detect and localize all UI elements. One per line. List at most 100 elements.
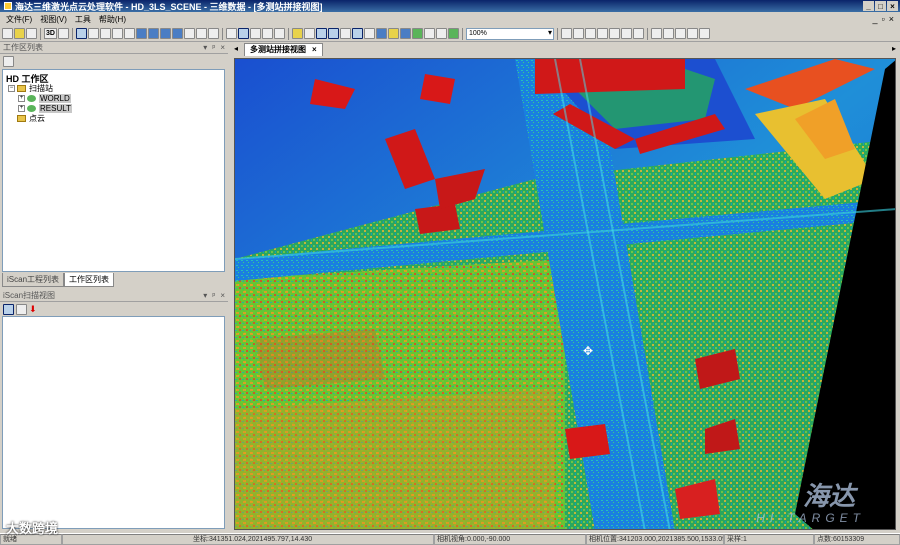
overlay-watermark: 大数跨境	[6, 521, 59, 536]
next-frame-icon[interactable]	[620, 28, 632, 39]
minimize-button[interactable]: _	[863, 1, 874, 11]
center-icon[interactable]	[207, 28, 219, 39]
scan-select-icon[interactable]	[3, 303, 14, 315]
menu-bar: 文件(F) 视图(V) 工具 帮助(H) _ ▫ ×	[0, 12, 900, 26]
tab-close-icon[interactable]: ×	[312, 44, 317, 56]
panel-pin-icon[interactable]: ᵖ	[212, 42, 215, 53]
zoom-select[interactable]: 100%	[465, 27, 554, 40]
filter-icon[interactable]	[273, 28, 285, 39]
new-workspace-icon[interactable]	[3, 55, 14, 67]
intensity-icon[interactable]	[387, 28, 399, 39]
play-icon[interactable]	[608, 28, 620, 39]
document-tab-strip: ◂ 多测站拼接视图 × ▸	[232, 42, 900, 56]
orbit-icon[interactable]	[183, 28, 195, 39]
refresh-icon[interactable]	[686, 28, 698, 39]
scan-view-panel-header: iScan扫描视图 ▾ ᵖ ×	[0, 290, 228, 302]
scan-view-area[interactable]	[2, 316, 225, 529]
tree-item-result[interactable]: + RESULT	[6, 103, 221, 113]
side-view-icon[interactable]	[171, 28, 183, 39]
collapse-icon[interactable]: −	[8, 84, 15, 92]
zoom-out-icon[interactable]	[111, 28, 123, 39]
tree-item-world[interactable]: + WORLD	[6, 93, 221, 103]
station-icon	[27, 104, 36, 112]
zoom-minus-icon[interactable]	[572, 28, 584, 39]
tree-root[interactable]: HD 工作区	[6, 73, 221, 84]
zoom-plus-icon[interactable]	[560, 28, 572, 39]
point-size-icon[interactable]	[447, 28, 459, 39]
undo-icon[interactable]	[662, 28, 674, 39]
workspace-tree[interactable]: HD 工作区 − 扫描站 + WORLD + RESULT 点云	[2, 69, 225, 272]
menu-file[interactable]: 文件(F)	[2, 14, 36, 25]
menu-help[interactable]: 帮助(H)	[95, 14, 130, 25]
menu-view[interactable]: 视图(V)	[36, 14, 71, 25]
redo-icon[interactable]	[674, 28, 686, 39]
first-frame-icon[interactable]	[584, 28, 596, 39]
maximize-button[interactable]: □	[875, 1, 886, 11]
top-view-icon[interactable]	[147, 28, 159, 39]
brand-watermark-sub: HI-TARGET	[756, 511, 865, 525]
panel-close-icon[interactable]: ×	[220, 42, 225, 53]
grid-toggle-icon[interactable]	[435, 28, 447, 39]
tree-item-scan-station[interactable]: − 扫描站	[6, 83, 221, 93]
prev-frame-icon[interactable]	[596, 28, 608, 39]
panel-dropdown-icon[interactable]: ▾	[203, 290, 207, 301]
panel-pin-icon[interactable]: ᵖ	[212, 290, 215, 301]
zoom-in-icon[interactable]	[99, 28, 111, 39]
point-cloud-label: 点云	[29, 113, 45, 123]
front-view-icon[interactable]	[159, 28, 171, 39]
mdi-restore-icon[interactable]: ▫	[882, 14, 885, 24]
scan-zoom-icon[interactable]	[16, 303, 27, 315]
class-icon[interactable]	[423, 28, 435, 39]
expand-icon[interactable]: +	[18, 94, 25, 102]
save-icon[interactable]	[26, 28, 37, 39]
measure-icon[interactable]	[363, 28, 375, 39]
point-cloud-canvas[interactable]: ✥ 海达 HI-TARGET	[234, 58, 896, 530]
status-camera-position: 相机位置:341203.000,2021385.500,1533.095	[586, 534, 724, 545]
mdi-close-icon[interactable]: ×	[889, 14, 894, 24]
crop-icon[interactable]	[351, 28, 363, 39]
world-label: WORLD	[39, 93, 71, 103]
highlight-icon[interactable]	[291, 28, 303, 39]
new-icon[interactable]	[2, 28, 13, 39]
close-button[interactable]: ×	[887, 1, 898, 11]
expand-icon[interactable]: +	[18, 104, 25, 112]
scan-station-label: 扫描站	[29, 83, 53, 93]
view-icon[interactable]	[57, 28, 69, 39]
panel-close-icon[interactable]: ×	[220, 290, 225, 301]
box-select-icon[interactable]	[315, 28, 327, 39]
grid-medium-icon[interactable]	[237, 28, 249, 39]
app-icon	[4, 2, 12, 10]
tab-multi-station-view[interactable]: 多测站拼接视图 ×	[244, 43, 323, 56]
station-icon	[27, 94, 36, 102]
brush-icon[interactable]	[303, 28, 315, 39]
panel-dropdown-icon[interactable]: ▾	[203, 42, 207, 53]
hand-icon[interactable]	[650, 28, 662, 39]
layers-icon[interactable]	[261, 28, 273, 39]
rgb-icon[interactable]	[399, 28, 411, 39]
3d-mode-button[interactable]: 3D	[44, 28, 57, 39]
tab-scroll-left-icon[interactable]: ◂	[234, 44, 238, 53]
target-icon[interactable]	[195, 28, 207, 39]
grid-small-icon[interactable]	[225, 28, 237, 39]
elevation-icon[interactable]	[411, 28, 423, 39]
select-icon[interactable]	[75, 28, 87, 39]
workspace-panel-header: 工作区列表 ▾ ᵖ ×	[0, 42, 228, 54]
rotate-icon[interactable]	[135, 28, 147, 39]
menu-tools[interactable]: 工具	[71, 14, 95, 25]
tab-scroll-right-icon[interactable]: ▸	[892, 44, 896, 53]
poly-select-icon[interactable]	[327, 28, 339, 39]
color-map-icon[interactable]	[375, 28, 387, 39]
pan-icon[interactable]	[87, 28, 99, 39]
settings-icon[interactable]	[698, 28, 710, 39]
last-frame-icon[interactable]	[632, 28, 644, 39]
open-icon[interactable]	[14, 28, 25, 39]
marker-pin-icon[interactable]: ⬇	[29, 304, 37, 315]
tab-iscan-project-list[interactable]: iScan工程列表	[2, 273, 65, 287]
grid-large-icon[interactable]	[249, 28, 261, 39]
tab-workspace-list[interactable]: 工作区列表	[64, 273, 115, 287]
delete-points-icon[interactable]	[339, 28, 351, 39]
tree-item-point-cloud[interactable]: 点云	[6, 113, 221, 123]
zoom-extent-icon[interactable]	[123, 28, 135, 39]
window-title: 海达三维激光点云处理软件 - HD_3LS_SCENE - 三维数据 - [多测…	[15, 1, 323, 12]
mdi-minimize-icon[interactable]: _	[873, 14, 878, 24]
